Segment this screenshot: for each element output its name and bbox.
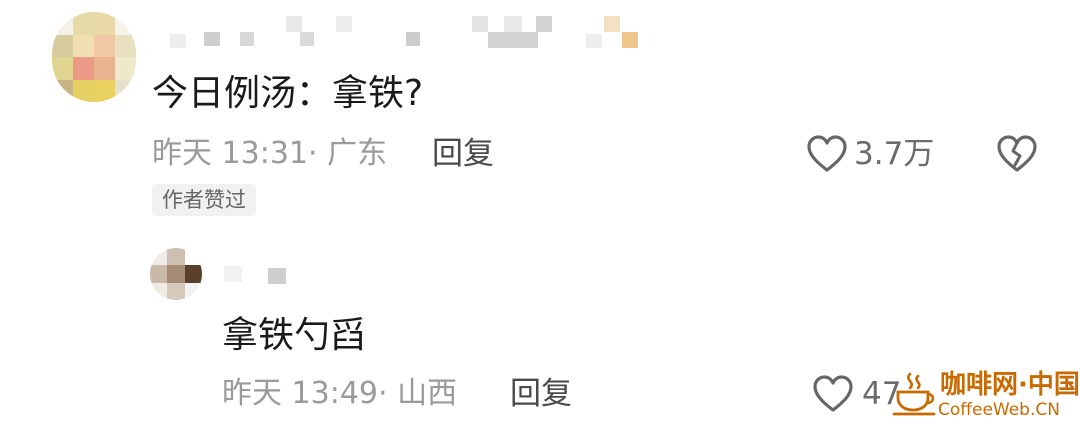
reply-time-location: 昨天 13:49· 山西 [222,376,458,411]
heart-outline-icon [806,134,848,174]
watermark: 咖啡网·中国 CoffeeWeb.CN [892,370,1080,424]
watermark-url: CoffeeWeb.CN [938,400,1060,420]
coffee-cup-logo-icon [892,372,938,420]
like-count: 3.7万 [854,136,935,172]
avatar[interactable] [52,12,136,102]
reply-content: 拿铁勺舀 [222,315,367,356]
reply-reply-button[interactable]: 回复 [510,376,572,412]
dislike-button[interactable] [996,134,1038,174]
reply-button[interactable]: 回复 [432,136,494,172]
reply-avatar[interactable] [150,248,202,300]
broken-heart-icon [996,134,1038,174]
comment-time-location: 昨天 13:31· 广东 [152,136,388,171]
watermark-title: 咖啡网·中国 [940,370,1080,400]
comment-content: 今日例汤：拿铁? [152,73,424,114]
heart-outline-icon [812,374,854,414]
author-liked-badge: 作者赞过 [152,184,256,216]
